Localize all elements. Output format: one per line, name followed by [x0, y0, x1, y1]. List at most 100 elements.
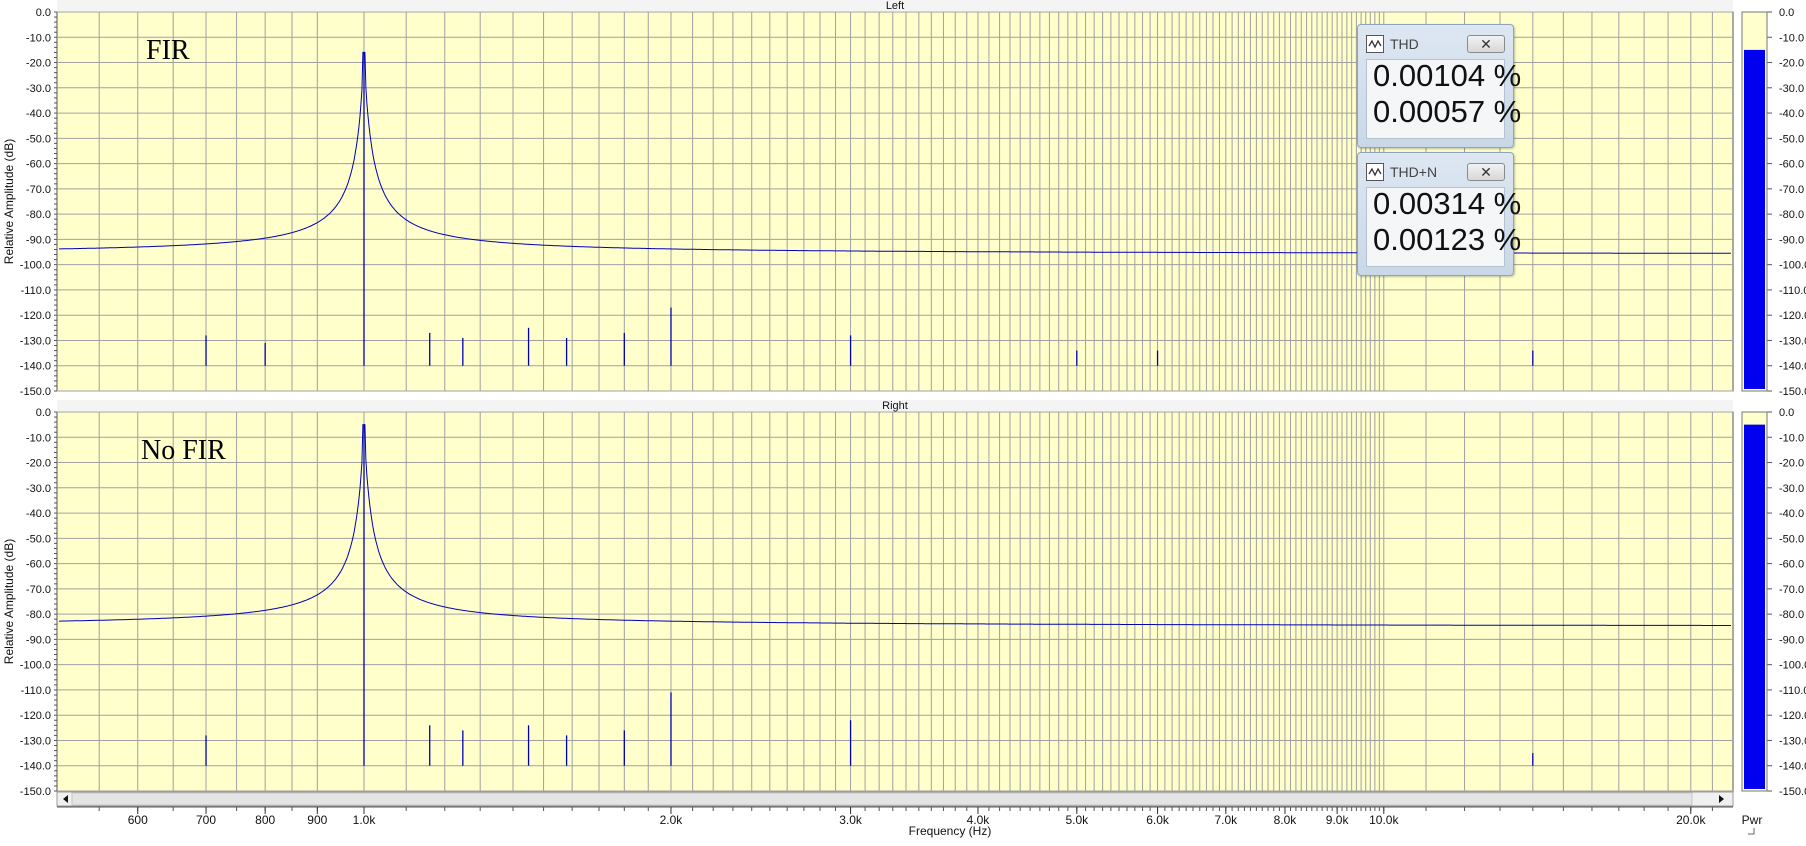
meter-title: THD: [1390, 36, 1419, 52]
x-tick-label: 2.0k: [660, 813, 684, 827]
pwr-tick-label: -10.0: [1779, 32, 1804, 44]
pwr-tick-label: -40.0: [1779, 108, 1804, 120]
meter-value-left: 0.00104 %: [1373, 58, 1522, 93]
pwr-tick-label: -120.0: [1779, 310, 1806, 322]
x-tick-label: 600: [128, 813, 148, 827]
x-tick-label: 9.0k: [1326, 813, 1350, 827]
channel-panel-left: Left 0.0 0.0 -10.0 -10.0 -20.0 -20.0 -30.0 -30.0…: [2, 0, 1806, 398]
scrollbar-thumb[interactable]: [71, 792, 1693, 806]
y-tick-label: -120.0: [20, 310, 51, 322]
pwr-tick-label: -20.0: [1779, 458, 1804, 470]
channel-title: Left: [886, 0, 904, 12]
pwr-tick-label: -60.0: [1779, 559, 1804, 571]
y-tick-label: -150.0: [20, 786, 51, 798]
y-tick-label: -50.0: [26, 533, 51, 545]
pwr-tick-label: -150.0: [1779, 786, 1806, 798]
thdn-meter-window[interactable]: THD+N ✕ 0.00314 % 0.00123 %: [1357, 152, 1521, 276]
close-icon[interactable]: ✕: [1467, 35, 1505, 53]
pwr-tick-label: -70.0: [1779, 184, 1804, 196]
channel-panel-right: Right 0.0 0.0 -10.0 -10.0 -20.0 -20.0 -30.0 -30.…: [2, 400, 1806, 798]
pwr-tick-label: -140.0: [1779, 361, 1806, 373]
spectrum-analyzer-window: Left 0.0 0.0 -10.0 -10.0 -20.0 -20.0 -30.0 -30.0…: [0, 0, 1806, 841]
pwr-tick-label: -60.0: [1779, 159, 1804, 171]
pwr-tick-label: -130.0: [1779, 735, 1806, 747]
x-tick-label: 900: [307, 813, 327, 827]
pwr-tick-label: -80.0: [1779, 209, 1804, 221]
pwr-tick-label: -10.0: [1779, 432, 1804, 444]
pwr-tick-label: 0.0: [1779, 407, 1794, 419]
y-tick-label: -110.0: [21, 285, 51, 297]
x-tick-label: 7.0k: [1214, 813, 1238, 827]
pwr-tick-label: -110.0: [1779, 685, 1806, 697]
trace-annotation: FIR: [146, 35, 190, 66]
y-tick-label: -10.0: [26, 432, 51, 444]
y-tick-label: -100.0: [20, 660, 51, 672]
trace-annotation: No FIR: [141, 435, 226, 466]
pwr-tick-label: -90.0: [1779, 234, 1804, 246]
pwr-tick-label: -40.0: [1779, 508, 1804, 520]
y-tick-label: -20.0: [26, 58, 51, 70]
pwr-tick-label: -100.0: [1779, 260, 1806, 272]
pwr-tick-label: -120.0: [1779, 710, 1806, 722]
x-tick-label: 700: [196, 813, 216, 827]
pwr-tick-label: 0.0: [1779, 7, 1794, 19]
waveform-icon: [1366, 35, 1384, 53]
power-meter-bar: [1744, 424, 1765, 789]
resize-grip-icon[interactable]: [1748, 828, 1755, 835]
x-tick-label: 20.0k: [1676, 813, 1706, 827]
pwr-tick-label: -110.0: [1779, 285, 1806, 297]
y-tick-label: -70.0: [26, 584, 51, 596]
y-tick-label: -150.0: [20, 386, 51, 398]
y-tick-label: 0.0: [36, 407, 51, 419]
plot-area: [56, 411, 1734, 792]
pwr-tick-label: -90.0: [1779, 634, 1804, 646]
y-tick-label: -130.0: [20, 335, 51, 347]
pwr-tick-label: -50.0: [1779, 133, 1804, 145]
y-tick-label: -90.0: [26, 234, 51, 246]
y-tick-label: -30.0: [26, 83, 51, 95]
x-tick-label: 3.0k: [839, 813, 863, 827]
pwr-tick-label: -150.0: [1779, 386, 1806, 398]
pwr-tick-label: -80.0: [1779, 609, 1804, 621]
x-tick-label: 8.0k: [1274, 813, 1298, 827]
x-tick-label: 10.0k: [1369, 813, 1399, 827]
pwr-tick-label: -30.0: [1779, 83, 1804, 95]
pwr-tick-label: -70.0: [1779, 584, 1804, 596]
y-tick-label: -70.0: [26, 184, 51, 196]
y-tick-label: -20.0: [26, 458, 51, 470]
power-meter-bar: [1744, 49, 1765, 390]
x-tick-label: 1.0k: [353, 813, 377, 827]
pwr-tick-label: -130.0: [1779, 335, 1806, 347]
x-tick-label: 6.0k: [1146, 813, 1170, 827]
y-tick-label: -60.0: [26, 159, 51, 171]
meter-value-left: 0.00314 %: [1373, 186, 1522, 221]
close-icon[interactable]: ✕: [1467, 163, 1505, 181]
y-tick-label: -100.0: [20, 260, 51, 272]
x-tick-label: 5.0k: [1065, 813, 1089, 827]
y-axis-label: Relative Amplitude (dB): [2, 139, 16, 264]
y-tick-label: -120.0: [20, 710, 51, 722]
channel-title: Right: [882, 400, 908, 412]
meter-value-right: 0.00057 %: [1373, 94, 1522, 129]
y-tick-label: -110.0: [21, 685, 51, 697]
meter-readout: 0.00104 % 0.00057 %: [1366, 58, 1521, 139]
pwr-tick-label: -100.0: [1779, 660, 1806, 672]
y-tick-label: -140.0: [20, 361, 51, 373]
x-tick-label: 800: [255, 813, 275, 827]
x-axis-label: Frequency (Hz): [909, 824, 992, 838]
pwr-label: Pwr: [1742, 813, 1763, 827]
y-tick-label: -60.0: [26, 559, 51, 571]
y-tick-label: -50.0: [26, 133, 51, 145]
meter-title: THD+N: [1390, 164, 1438, 180]
y-tick-label: 0.0: [36, 7, 51, 19]
y-tick-label: -140.0: [20, 761, 51, 773]
y-tick-label: -130.0: [20, 735, 51, 747]
thd-meter-window[interactable]: THD ✕ 0.00104 % 0.00057 %: [1357, 24, 1521, 148]
y-tick-label: -40.0: [26, 508, 51, 520]
pwr-tick-label: -50.0: [1779, 533, 1804, 545]
pwr-tick-label: -140.0: [1779, 761, 1806, 773]
pwr-tick-label: -20.0: [1779, 58, 1804, 70]
pwr-tick-label: -30.0: [1779, 483, 1804, 495]
y-axis-label: Relative Amplitude (dB): [2, 539, 16, 664]
y-tick-label: -30.0: [26, 483, 51, 495]
